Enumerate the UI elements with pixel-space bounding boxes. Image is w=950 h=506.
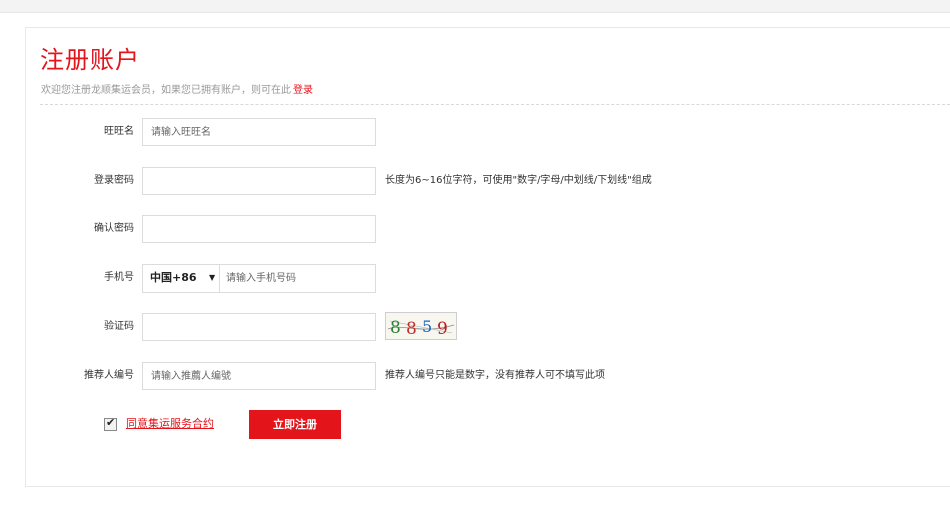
password-label: 登录密码 [94, 175, 134, 186]
agreement-checkbox[interactable]: ✔ [104, 416, 117, 431]
login-link[interactable]: 登录 [293, 85, 313, 96]
referrer-input[interactable] [142, 362, 376, 390]
register-button[interactable]: 立即注册 [249, 410, 341, 439]
password-hint: 长度为6~16位字符，可使用"数字/字母/中划线/下划线"组成 [385, 175, 652, 186]
agreement-link[interactable]: 同意集运服务合约 [126, 417, 214, 431]
captcha-digit: 8 [406, 319, 417, 339]
referrer-hint: 推荐人编号只能是数字，没有推荐人可不填写此项 [385, 370, 605, 381]
wangwang-label: 旺旺名 [104, 126, 134, 137]
page-title: 注册账户 [40, 46, 140, 74]
captcha-label: 验证码 [104, 321, 134, 332]
caret-down-icon: ▼ [209, 273, 216, 282]
top-strip [0, 0, 950, 13]
referrer-label: 推荐人编号 [84, 370, 134, 381]
captcha-digit: 8 [390, 318, 401, 338]
checkmark-icon: ✔ [106, 416, 116, 429]
captcha-input[interactable] [142, 313, 376, 341]
wangwang-input[interactable] [142, 118, 376, 146]
captcha-digit: 5 [422, 317, 432, 336]
divider [40, 104, 950, 105]
country-code-value: 中国+86 [150, 271, 197, 284]
subtitle-text: 欢迎您注册龙顺集运会员，如果您已拥有账户，则可在此 [41, 85, 291, 96]
phone-field-group: 中国+86 ▼ [142, 264, 376, 293]
captcha-digit: 9 [437, 319, 448, 339]
page-subtitle: 欢迎您注册龙顺集运会员，如果您已拥有账户，则可在此 登录 [41, 84, 313, 98]
confirm-password-input[interactable] [142, 215, 376, 243]
phone-input[interactable] [220, 265, 375, 292]
password-input[interactable] [142, 167, 376, 195]
phone-label: 手机号 [104, 272, 134, 283]
country-code-select[interactable]: 中国+86 ▼ [143, 265, 220, 292]
captcha-image[interactable]: 8 8 5 9 [385, 312, 457, 340]
confirm-password-label: 确认密码 [94, 223, 134, 234]
